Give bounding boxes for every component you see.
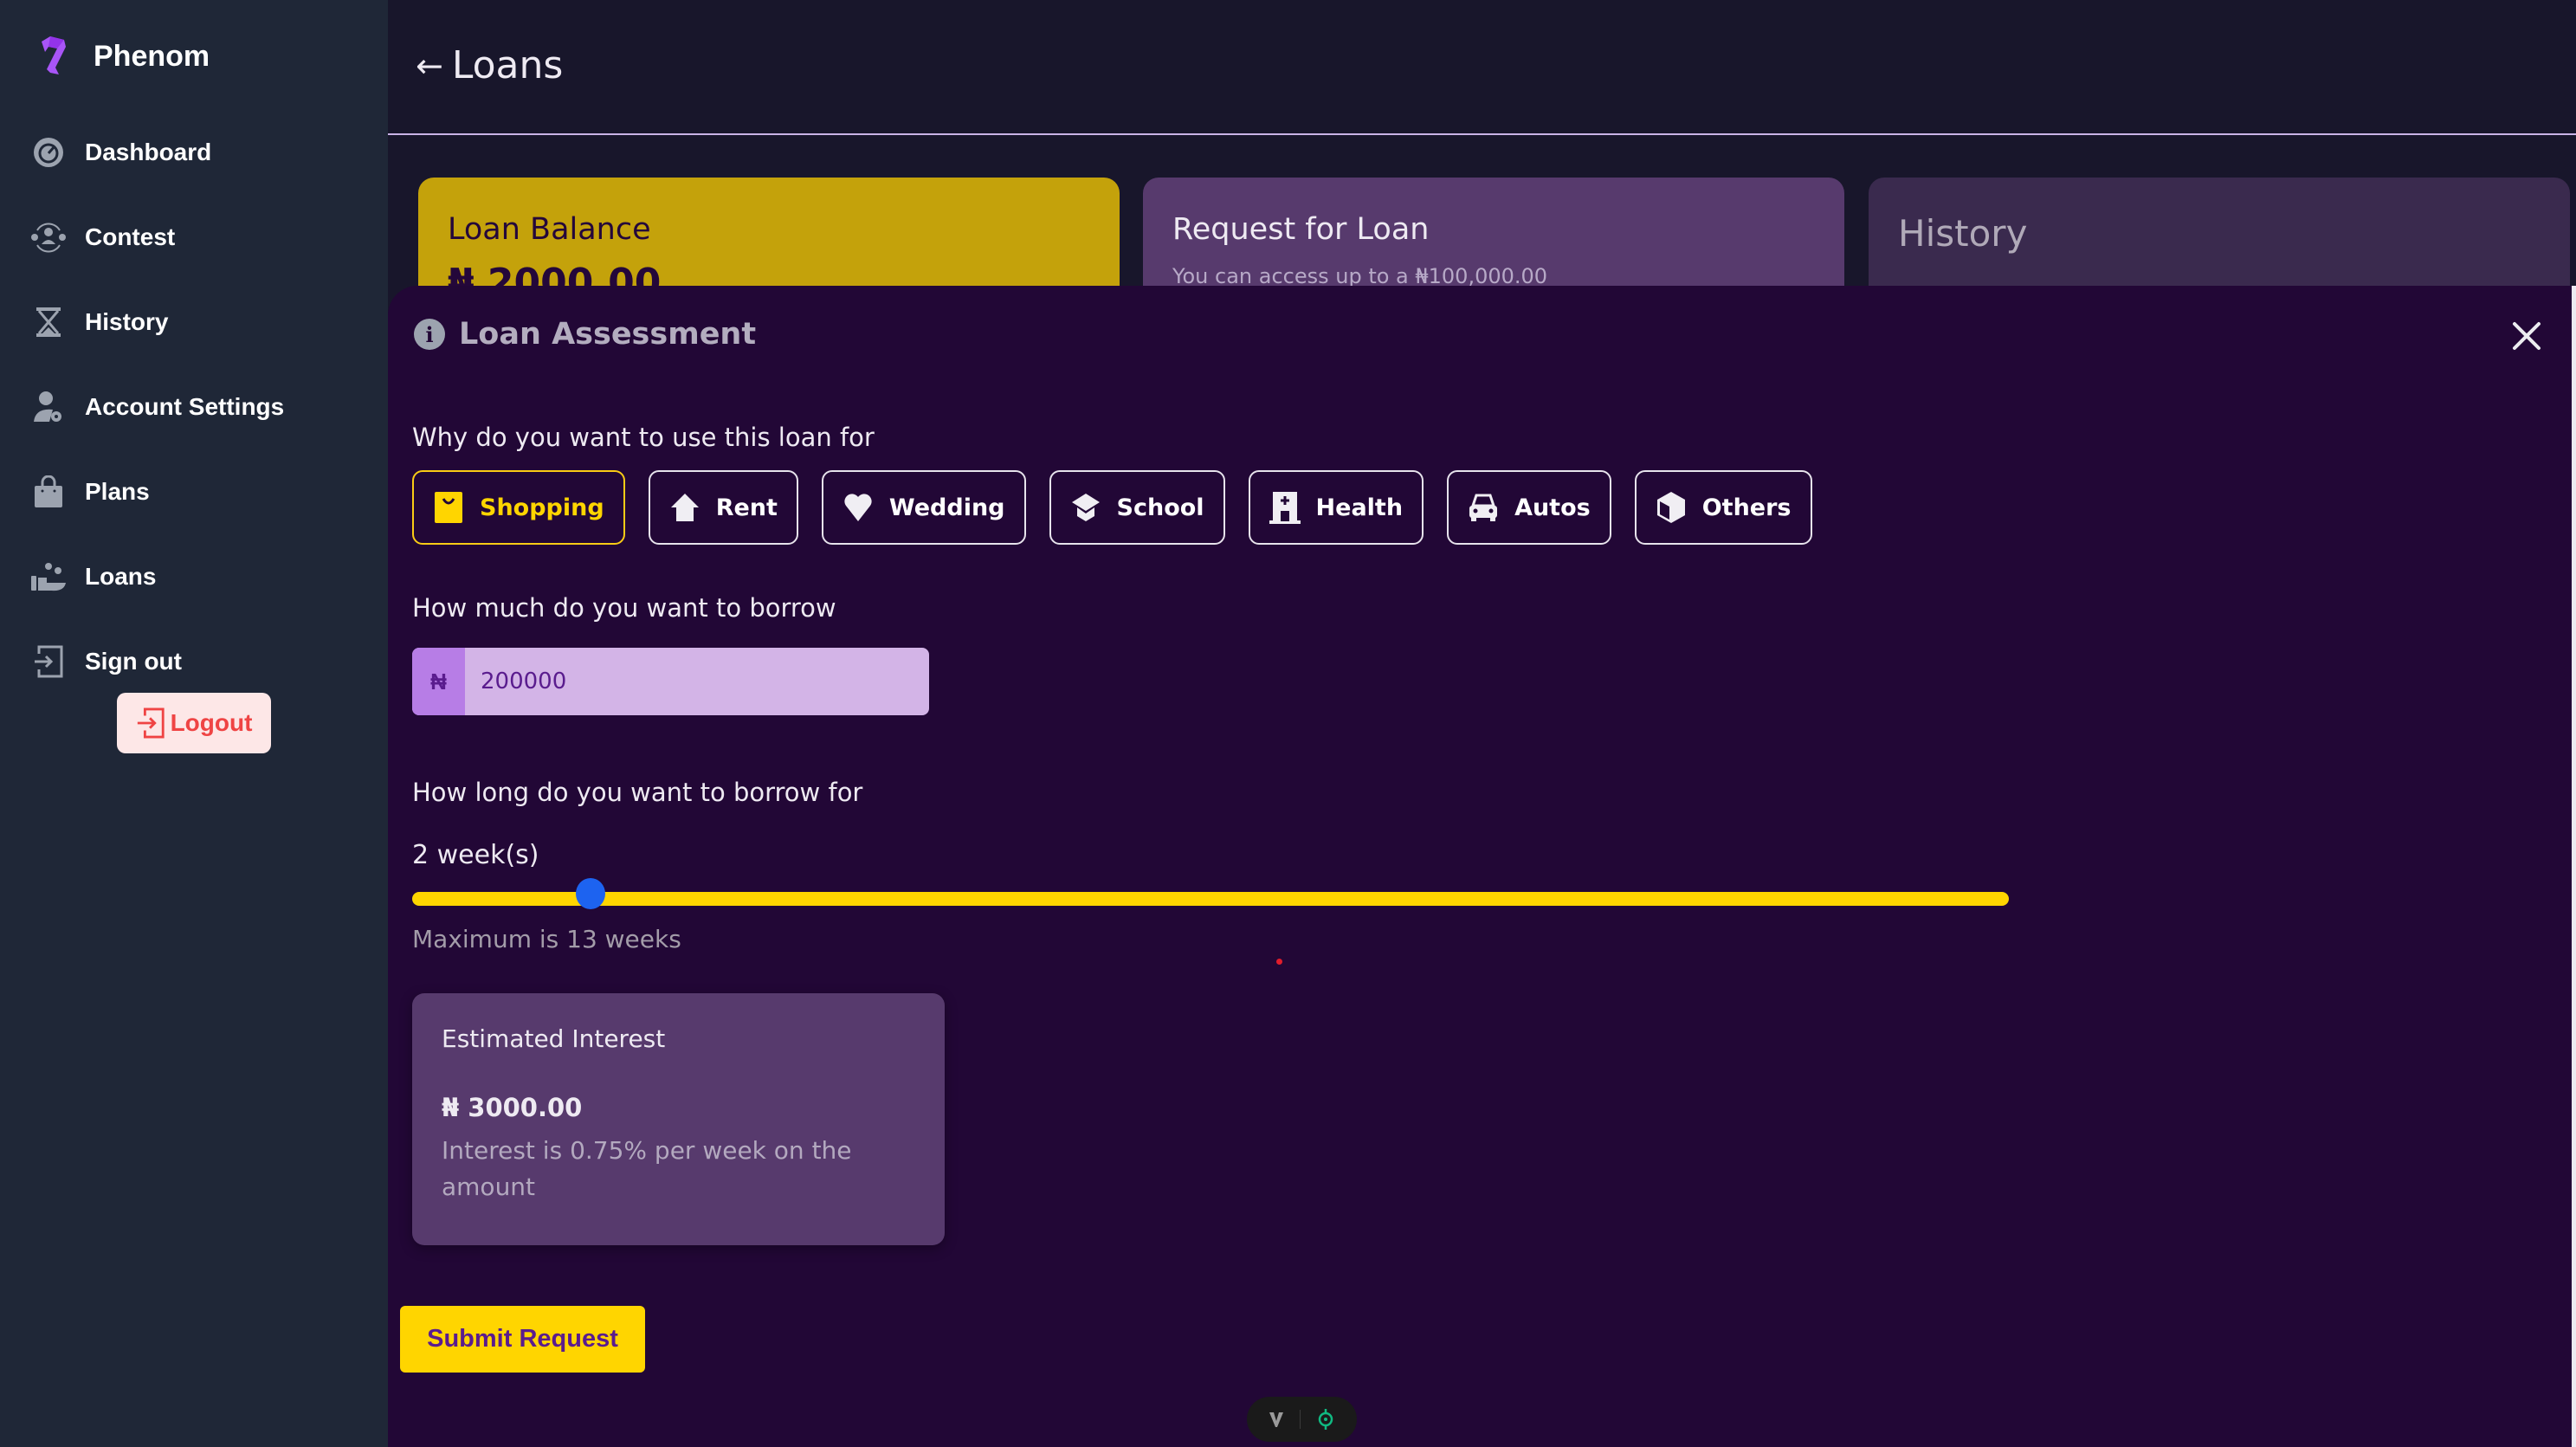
devtools-widget[interactable] xyxy=(1247,1397,1357,1442)
interest-title: Estimated Interest xyxy=(442,1024,666,1053)
vue-logo-icon xyxy=(1269,1412,1283,1427)
loan-assessment-modal: i Loan Assessment Why do you want to use… xyxy=(388,286,2572,1447)
reason-others-button[interactable]: Others xyxy=(1634,470,1812,545)
sidebar-item-account-settings[interactable]: Account Settings xyxy=(29,381,284,433)
reason-label-text: Others xyxy=(1701,494,1792,521)
logout-icon xyxy=(137,707,165,739)
hourglass-icon xyxy=(29,303,68,341)
close-x-icon[interactable] xyxy=(2511,320,2542,352)
loan-balance-title: Loan Balance xyxy=(448,212,651,247)
submit-request-button[interactable]: Submit Request xyxy=(400,1306,645,1373)
shopping-bag-icon xyxy=(435,492,462,523)
amount-label: How much do you want to borrow xyxy=(412,593,836,623)
brand-name: Phenom xyxy=(94,39,210,73)
sidebar-item-label: Plans xyxy=(85,478,150,505)
page-header: ← Loans xyxy=(388,0,2576,135)
duration-max-note: Maximum is 13 weeks xyxy=(412,925,681,953)
amount-input[interactable] xyxy=(465,648,929,715)
duration-slider[interactable] xyxy=(412,878,2009,909)
sidebar-item-label: Loans xyxy=(85,563,157,590)
dashboard-gauge-icon xyxy=(29,133,68,171)
sidebar: Phenom Dashboard Contest History Account… xyxy=(0,0,388,1447)
sidebar-item-label: History xyxy=(85,308,169,335)
hospital-icon xyxy=(1269,492,1301,524)
sidebar-item-label: Contest xyxy=(85,223,176,250)
sidebar-item-dashboard[interactable]: Dashboard xyxy=(29,126,211,178)
heart-icon xyxy=(844,494,872,521)
home-icon xyxy=(670,494,699,521)
duration-value: 2 week(s) xyxy=(412,840,539,870)
reason-label-text: Rent xyxy=(715,494,778,521)
reason-label-text: School xyxy=(1116,494,1204,521)
reason-rent-button[interactable]: Rent xyxy=(648,470,798,545)
logout-button[interactable]: Logout xyxy=(117,693,271,753)
reason-label-text: Autos xyxy=(1514,494,1591,521)
info-circle-icon: i xyxy=(414,319,445,350)
interest-note: Interest is 0.75% per week on the amount xyxy=(442,1136,852,1201)
scrollbar[interactable] xyxy=(2572,286,2576,1447)
contest-group-icon xyxy=(29,218,68,256)
modal-title: i Loan Assessment xyxy=(414,317,756,352)
slider-thumb[interactable] xyxy=(575,878,605,909)
sidebar-item-sign-out[interactable]: Sign out xyxy=(29,636,182,688)
amount-field: ₦ xyxy=(412,648,929,715)
target-icon xyxy=(1318,1409,1333,1430)
interest-amount: ₦ 3000.00 xyxy=(442,1093,583,1122)
divider xyxy=(1300,1410,1301,1429)
graduation-cap-icon xyxy=(1071,494,1100,521)
phenom-logo-icon xyxy=(42,36,66,74)
reason-health-button[interactable]: Health xyxy=(1248,470,1424,545)
sidebar-item-label: Sign out xyxy=(85,648,182,675)
sidebar-item-label: Dashboard xyxy=(85,139,212,165)
cursor-marker xyxy=(1276,959,1282,965)
reason-school-button[interactable]: School xyxy=(1049,470,1225,545)
modal-title-text: Loan Assessment xyxy=(459,317,757,352)
box-icon xyxy=(1656,492,1685,523)
sidebar-item-plans[interactable]: Plans xyxy=(29,466,150,518)
history-card-title: History xyxy=(1898,212,2028,255)
reason-label-text: Wedding xyxy=(888,494,1005,521)
sign-in-arrow-icon xyxy=(29,643,68,681)
shopping-bag-icon xyxy=(29,473,68,511)
reason-label: Why do you want to use this loan for xyxy=(412,423,875,452)
reason-options: Shopping Rent Wedding School Health Auto… xyxy=(412,470,1812,545)
reason-label-text: Health xyxy=(1315,494,1404,521)
request-loan-subtitle: You can access up to a ₦100,000.00 xyxy=(1172,264,1548,288)
naira-prefix: ₦ xyxy=(412,648,465,715)
sidebar-item-history[interactable]: History xyxy=(29,296,168,348)
sidebar-item-contest[interactable]: Contest xyxy=(29,211,175,263)
sidebar-item-loans[interactable]: Loans xyxy=(29,551,156,603)
hand-holding-people-icon xyxy=(29,558,68,596)
reason-autos-button[interactable]: Autos xyxy=(1447,470,1611,545)
car-icon xyxy=(1469,494,1498,521)
reason-shopping-button[interactable]: Shopping xyxy=(412,470,625,545)
logout-label: Logout xyxy=(170,709,253,736)
brand[interactable]: Phenom xyxy=(38,35,210,78)
sidebar-item-label: Account Settings xyxy=(85,393,285,420)
page-title: Loans xyxy=(451,43,564,87)
app-root: Phenom Dashboard Contest History Account… xyxy=(0,0,2576,1447)
reason-wedding-button[interactable]: Wedding xyxy=(821,470,1026,545)
arrow-left-icon: ← xyxy=(416,46,443,85)
back-button[interactable]: ← Loans xyxy=(416,43,563,87)
reason-label-text: Shopping xyxy=(480,494,604,521)
request-loan-title: Request for Loan xyxy=(1172,212,1430,247)
estimated-interest-card: Estimated Interest ₦ 3000.00 Interest is… xyxy=(412,993,945,1245)
user-gear-icon xyxy=(29,388,68,426)
duration-label: How long do you want to borrow for xyxy=(412,778,863,807)
